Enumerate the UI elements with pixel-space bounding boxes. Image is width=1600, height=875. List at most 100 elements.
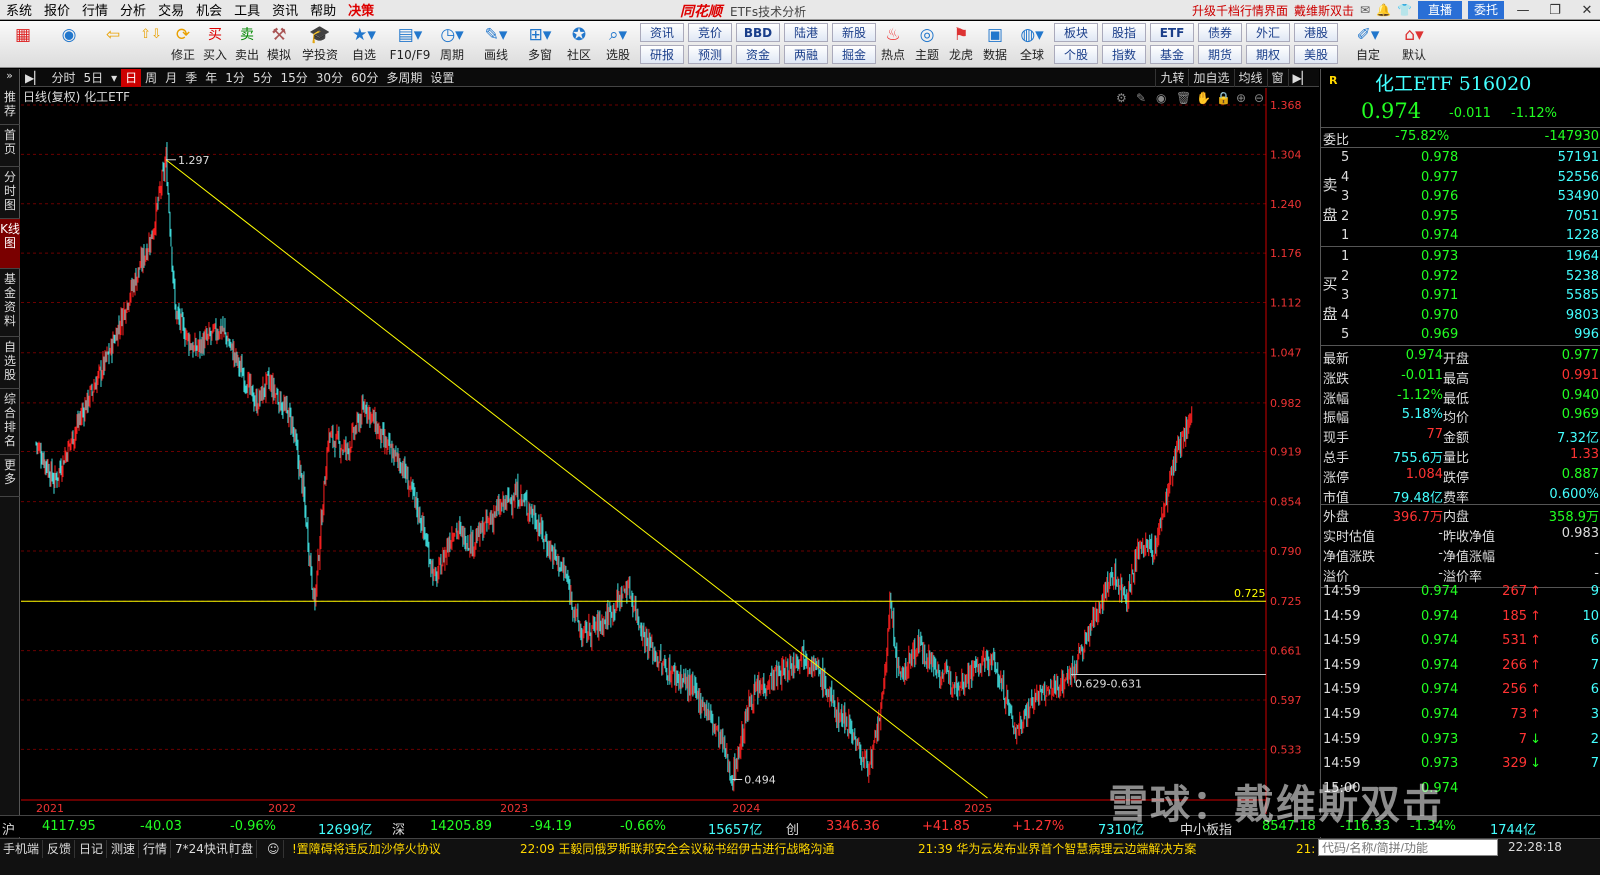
mail-icon[interactable]: ✉ xyxy=(1360,3,1370,17)
grid-index[interactable]: 指数 xyxy=(1102,45,1146,64)
settings-icon[interactable]: ⚙ xyxy=(1116,91,1127,105)
menu-opportunity[interactable]: 机会 xyxy=(190,0,228,19)
ma-button[interactable]: 均线 xyxy=(1233,69,1267,87)
grid-auction[interactable]: 竞价 xyxy=(688,23,732,42)
minimize-icon[interactable]: — xyxy=(1510,3,1536,18)
trash-icon[interactable]: 🗑 xyxy=(1176,91,1191,105)
grid-stock-index[interactable]: 股指 xyxy=(1102,23,1146,42)
tab-market[interactable]: 行情 xyxy=(140,840,172,858)
news-ticker-3[interactable]: 21:39 华为云发布业界首个智慧病理云边端解决方案 xyxy=(918,840,1196,858)
menu-news[interactable]: 资讯 xyxy=(266,0,304,19)
period-60min[interactable]: 60分 xyxy=(347,69,382,87)
grid-forecast[interactable]: 预测 xyxy=(688,45,732,64)
period-day[interactable]: 日 xyxy=(121,68,142,87)
updown-button[interactable]: ⇧⇩ xyxy=(134,23,168,66)
period-year[interactable]: 年 xyxy=(201,69,221,87)
period-timeshare[interactable]: 分时 xyxy=(47,69,79,87)
dropdown-icon[interactable]: ▾ xyxy=(107,69,121,87)
davis-link[interactable]: 戴维斯双击 xyxy=(1294,2,1354,19)
revise-button[interactable]: ⟳ 修正 xyxy=(166,23,200,66)
sell-button[interactable]: 卖卖出 xyxy=(230,23,264,66)
window-button[interactable]: 窗 xyxy=(1266,69,1288,87)
chat-icon[interactable]: ☺ xyxy=(264,840,284,858)
grid-futures[interactable]: 期货 xyxy=(1198,45,1242,64)
tab-mobile[interactable]: 手机端 xyxy=(0,840,44,858)
grid-hk-connect[interactable]: 陆港 xyxy=(784,23,828,42)
grid-funds[interactable]: 资金 xyxy=(736,45,780,64)
period-month[interactable]: 月 xyxy=(161,69,181,87)
tab-newsflash[interactable]: 7*24快讯 xyxy=(172,840,232,858)
nine-turn-button[interactable]: 九转 xyxy=(1155,69,1188,87)
menu-help[interactable]: 帮助 xyxy=(304,0,342,19)
tab-feedback[interactable]: 反馈 xyxy=(44,840,76,858)
tab-diary[interactable]: 日记 xyxy=(76,840,108,858)
nav-home[interactable]: 首页 xyxy=(0,125,20,167)
theme-button[interactable]: ◎ 主题 xyxy=(910,23,944,66)
default-button[interactable]: ⌂▾ 默认 xyxy=(1394,23,1434,66)
nav-fund-info[interactable]: 基金资料 xyxy=(0,269,20,337)
news-ticker-1[interactable]: !置障碍将违反加沙停火协议 xyxy=(292,840,441,858)
lock-icon[interactable]: 🔒 xyxy=(1216,91,1231,105)
menu-system[interactable]: 系统 xyxy=(0,0,38,19)
nav-ranking[interactable]: 综合排名 xyxy=(0,389,20,455)
play-icon[interactable]: ▶▏ xyxy=(21,69,47,87)
grid-etf[interactable]: ETF xyxy=(1150,23,1194,42)
menu-market[interactable]: 行情 xyxy=(76,0,114,19)
watchlist-button[interactable]: ★▾ 自选 xyxy=(344,23,384,66)
buy-button[interactable]: 买买入 xyxy=(198,23,232,66)
community-button[interactable]: ✪ 社区 xyxy=(562,23,596,66)
f10-button[interactable]: ▤▾ F10/F9 xyxy=(388,23,432,66)
news-ticker-2[interactable]: 22:09 王毅同俄罗斯联邦安全会议秘书绍伊古进行战略沟通 xyxy=(520,840,834,858)
entrust-button[interactable]: 委托 xyxy=(1467,1,1504,19)
grid-bbd[interactable]: BBD xyxy=(736,23,780,42)
eye-icon[interactable]: ◉ xyxy=(1156,91,1166,105)
stockpick-button[interactable]: ⌕▾ 选股 xyxy=(598,23,638,66)
tab-speedtest[interactable]: 测速 xyxy=(108,840,140,858)
menu-decision[interactable]: 决策 xyxy=(342,0,380,19)
draw-button[interactable]: ✎▾ 画线 xyxy=(476,23,516,66)
dragon-button[interactable]: ⚑ 龙虎 xyxy=(944,23,978,66)
grid-fund[interactable]: 基金 xyxy=(1150,45,1194,64)
grid-dig[interactable]: 掘金 xyxy=(832,45,876,64)
menu-quote[interactable]: 报价 xyxy=(38,0,76,19)
menu-analysis[interactable]: 分析 xyxy=(114,0,152,19)
multiwindow-button[interactable]: ⊞▾ 多窗 xyxy=(520,23,560,66)
grid-ipo[interactable]: 新股 xyxy=(832,23,876,42)
zoom-in-icon[interactable]: ⊕ xyxy=(1236,91,1246,105)
simulate-button[interactable]: ⚒ 模拟 xyxy=(262,23,296,66)
period-1min[interactable]: 1分 xyxy=(221,69,249,87)
layout-button[interactable]: ▦ xyxy=(6,23,40,66)
collapse-icon[interactable]: ▶▏ xyxy=(1287,69,1315,87)
nav-more[interactable]: 更多 xyxy=(0,455,20,497)
news-ticker-4[interactable]: 21: xyxy=(1296,840,1315,858)
zoom-out-icon[interactable]: ⊖ xyxy=(1254,91,1264,105)
grid-stock[interactable]: 个股 xyxy=(1054,45,1098,64)
period-30min[interactable]: 30分 xyxy=(312,69,347,87)
shirt-icon[interactable]: 👕 xyxy=(1397,3,1412,17)
period-week[interactable]: 周 xyxy=(141,69,161,87)
period-multi[interactable]: 多周期 xyxy=(382,69,426,87)
back-button[interactable]: ⇦ xyxy=(96,23,130,66)
add-watch-button[interactable]: 加自选 xyxy=(1188,69,1233,87)
grid-bond[interactable]: 债券 xyxy=(1198,23,1242,42)
expand-icon[interactable]: » xyxy=(0,69,19,87)
menu-trade[interactable]: 交易 xyxy=(152,0,190,19)
nav-recommend[interactable]: 推荐 xyxy=(0,87,20,125)
period-quarter[interactable]: 季 xyxy=(181,69,201,87)
nav-kline[interactable]: K线图 xyxy=(0,219,20,269)
close-icon[interactable]: ✕ xyxy=(1574,3,1600,18)
period-5min[interactable]: 5分 xyxy=(249,69,277,87)
period-15min[interactable]: 15分 xyxy=(277,69,312,87)
custom-button[interactable]: ✐▾ 自定 xyxy=(1348,23,1388,66)
menu-tools[interactable]: 工具 xyxy=(228,0,266,19)
ai-button[interactable]: ◉ xyxy=(52,23,86,66)
period-5day[interactable]: 5日 xyxy=(79,69,107,87)
grid-margin[interactable]: 两融 xyxy=(784,45,828,64)
period-settings[interactable]: 设置 xyxy=(426,69,458,87)
grid-sector[interactable]: 板块 xyxy=(1054,23,1098,42)
brush-icon[interactable]: ✎ xyxy=(1136,91,1146,105)
hot-button[interactable]: ♨ 热点 xyxy=(876,23,910,66)
grid-us-stocks[interactable]: 美股 xyxy=(1294,45,1338,64)
learn-button[interactable]: 🎓 学投资 xyxy=(300,23,340,66)
grid-news[interactable]: 资讯 xyxy=(640,23,684,42)
